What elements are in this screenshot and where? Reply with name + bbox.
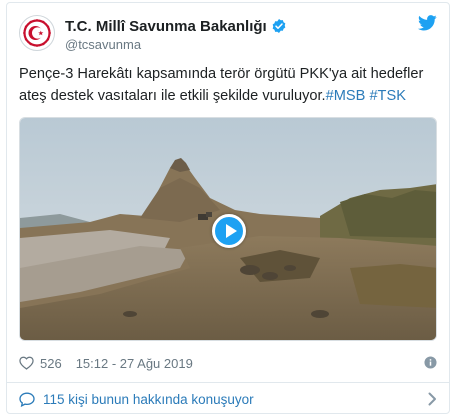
heart-icon[interactable] xyxy=(19,356,34,370)
tweet-header: T.C. Millî Savunma Bakanlığı @tcsavunma xyxy=(19,15,437,59)
info-icon[interactable] xyxy=(424,356,437,369)
twitter-bird-icon[interactable] xyxy=(418,15,437,31)
video-media[interactable] xyxy=(19,117,437,341)
chevron-right-icon[interactable] xyxy=(428,392,437,406)
divider xyxy=(7,382,449,383)
account-names[interactable]: T.C. Millî Savunma Bakanlığı @tcsavunma xyxy=(65,17,287,52)
tweet-meta: 526 15:12 - 27 Ağu 2019 xyxy=(19,353,437,373)
hashtag-tsk[interactable]: #TSK xyxy=(369,88,406,104)
play-icon xyxy=(226,224,237,238)
conversation-text[interactable]: 115 kişi bunun hakkında konuşuyor xyxy=(43,392,254,407)
msb-emblem-logo xyxy=(21,17,53,49)
avatar[interactable] xyxy=(19,15,55,51)
like-count[interactable]: 526 xyxy=(40,356,62,371)
display-name[interactable]: T.C. Millî Savunma Bakanlığı xyxy=(65,18,267,35)
tweet-timestamp[interactable]: 15:12 - 27 Ağu 2019 xyxy=(76,356,193,371)
play-button[interactable] xyxy=(212,214,246,248)
verified-badge-icon xyxy=(272,19,286,33)
speech-bubble-icon xyxy=(19,391,35,407)
hashtag-msb[interactable]: #MSB xyxy=(326,88,366,104)
tweet-card: T.C. Millî Savunma Bakanlığı @tcsavunma … xyxy=(6,2,450,414)
conversation-link[interactable]: 115 kişi bunun hakkında konuşuyor xyxy=(19,389,437,409)
tweet-text: Pençe-3 Harekâtı kapsamında terör örgütü… xyxy=(19,63,437,107)
account-handle[interactable]: @tcsavunma xyxy=(65,37,287,52)
